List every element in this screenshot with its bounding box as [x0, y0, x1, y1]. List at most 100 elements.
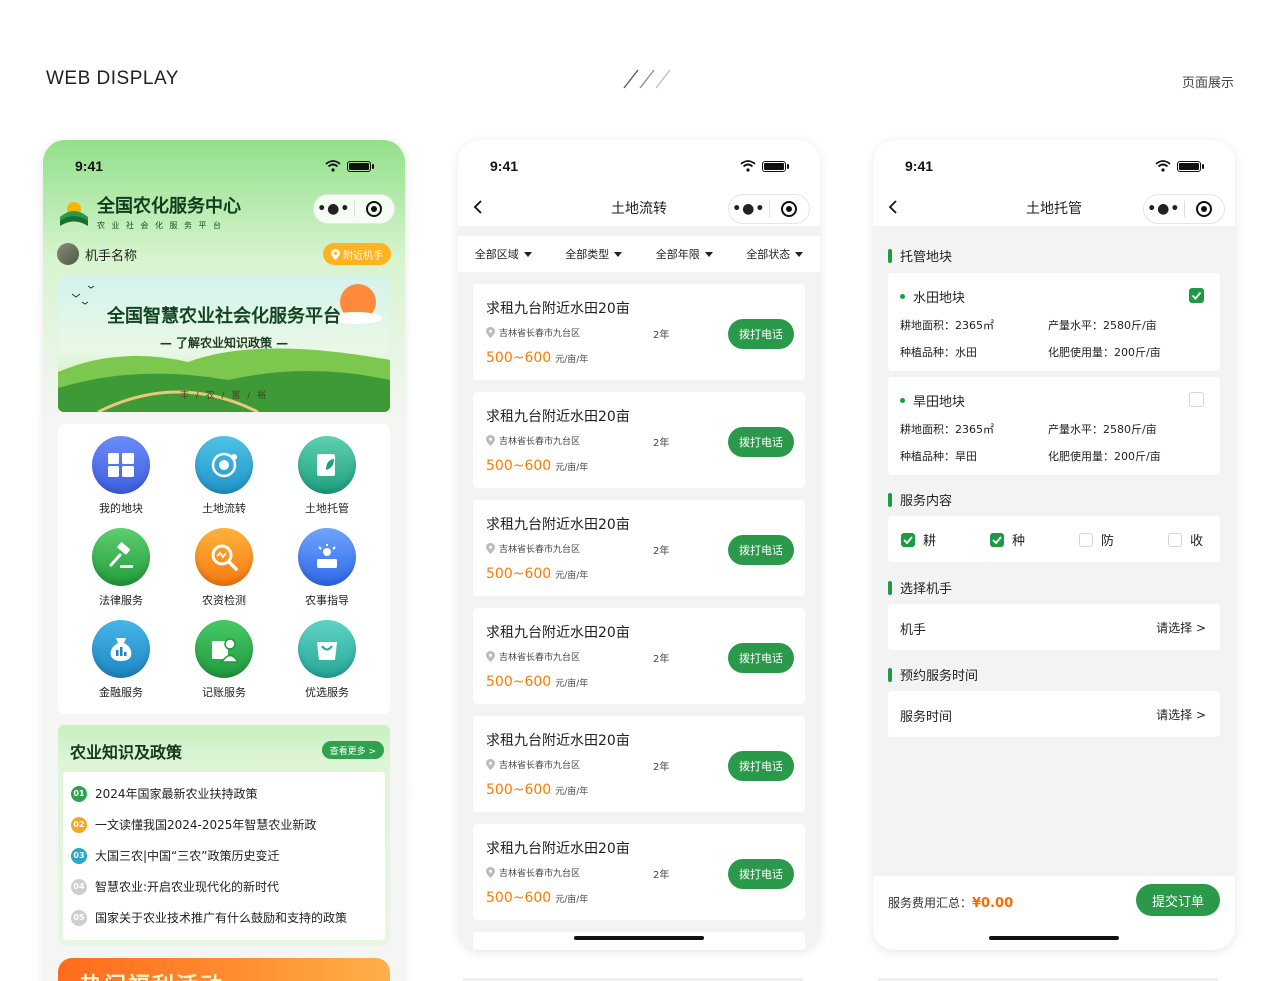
listing-title: 求租九台附近水田20亩 [486, 625, 630, 641]
status-time: 9:41 [490, 158, 519, 174]
plot-checkbox-unchecked[interactable] [1189, 392, 1204, 407]
price-unit: 元/亩/年 [555, 355, 589, 365]
call-button[interactable]: 拨打电话 [728, 859, 794, 889]
grid-label: 金融服务 [99, 686, 143, 699]
list-item[interactable]: 03 大国三农|中国“三农”政策历史变迁 [71, 847, 279, 864]
grid-item-my-plots[interactable]: 我的地块 [66, 436, 176, 516]
price-value: 500~600 [486, 890, 552, 906]
price-value: 500~600 [486, 782, 552, 798]
filter-term[interactable]: 全部年限 [656, 246, 713, 262]
gavel-icon [92, 528, 150, 586]
home-indicator [574, 936, 704, 940]
checkbox-checked[interactable] [990, 532, 1004, 547]
plot-checkbox-checked[interactable] [1189, 288, 1204, 303]
filter-type[interactable]: 全部类型 [565, 246, 623, 262]
nearby-operator-button[interactable]: 附近机手 [323, 243, 391, 265]
more-icon[interactable]: •●• [1144, 201, 1184, 217]
grid-label: 记账服务 [202, 686, 246, 699]
grid-item-ledger[interactable]: 记账服务 [169, 620, 279, 700]
plot-card-paddy[interactable]: 水田地块 耕地面积：2365㎡ 产量水平：2580斤/亩 种植品种：水田 化肥使… [888, 273, 1220, 371]
checkbox-unchecked[interactable] [1079, 532, 1093, 547]
listing-term: 2年 [653, 762, 670, 773]
header-title: WEB DISPLAY [46, 68, 179, 89]
mini-program-capsule[interactable]: •●• [728, 194, 810, 224]
filter-region[interactable]: 全部区域 [475, 246, 532, 262]
call-button[interactable]: 拨打电话 [728, 751, 794, 781]
grid-item-shop[interactable]: 优选服务 [272, 620, 382, 700]
phone-land-transfer: 9:41 土地流转 •●• 全部区域 全部类型 全部年限 全部状态 求租九台附近… [458, 140, 820, 950]
rank-badge: 04 [71, 878, 87, 895]
plot-crop: 种植品种：旱田 [900, 450, 977, 463]
grid-item-inspect[interactable]: 农资检测 [169, 528, 279, 608]
list-item[interactable]: 02 一文读懂我国2024-2025年智慧农业新政 [71, 816, 316, 833]
price-value: 500~600 [486, 674, 552, 690]
grid-item-finance[interactable]: 金融服务 [66, 620, 176, 700]
service-option-plow[interactable]: 耕 [901, 530, 936, 549]
battery-icon [762, 160, 789, 172]
list-item[interactable]: 01 2024年国家最新农业扶持政策 [71, 785, 258, 802]
submit-order-button[interactable]: 提交订单 [1136, 884, 1220, 916]
list-item[interactable]: 求租九台附近水田20亩 吉林省长春市九台区 2年 500~600 元/亩/年 拨打… [473, 500, 805, 596]
filter-status[interactable]: 全部状态 [746, 246, 804, 262]
service-option-sow[interactable]: 种 [990, 530, 1025, 549]
list-item[interactable]: 求租九台附近水田20亩 吉林省长春市九台区 2年 500~600 元/亩/年 拨打… [473, 284, 805, 380]
avatar[interactable] [57, 243, 79, 265]
mini-program-capsule[interactable]: •●• [1143, 194, 1225, 224]
call-button[interactable]: 拨打电话 [728, 319, 794, 349]
grid-item-land-transfer[interactable]: 土地流转 [169, 436, 279, 516]
service-option-protect[interactable]: 防 [1079, 530, 1114, 549]
guide-icon [298, 528, 356, 586]
location-pin-icon [486, 435, 495, 446]
list-item[interactable]: 求租九台附近水田20亩 吉林省长春市九台区 2年 500~600 元/亩/年 拨打… [473, 608, 805, 704]
plot-yield: 产量水平：2580斤/亩 [1048, 319, 1157, 332]
grid-item-guide[interactable]: 农事指导 [272, 528, 382, 608]
location-pin-icon [486, 759, 495, 770]
list-item[interactable]: 05 国家关于农业技术推广有什么鼓励和支持的政策 [71, 909, 347, 926]
grid-item-legal[interactable]: 法律服务 [66, 528, 176, 608]
fee-summary: 服务费用汇总：¥0.00 [888, 894, 1013, 911]
plot-card-dry[interactable]: 旱田地块 耕地面积：2365㎡ 产量水平：2580斤/亩 种植品种：旱田 化肥使… [888, 377, 1220, 475]
plot-name: 水田地块 [900, 287, 965, 306]
shop-icon [298, 620, 356, 678]
wifi-icon [1155, 160, 1171, 172]
call-button[interactable]: 拨打电话 [728, 427, 794, 457]
status-bar: 9:41 [43, 140, 405, 190]
listing-location: 吉林省长春市九台区 [486, 758, 580, 771]
close-target-icon[interactable] [1184, 201, 1224, 217]
plot-fertilizer: 化肥使用量：200斤/亩 [1048, 346, 1161, 359]
call-button[interactable]: 拨打电话 [728, 535, 794, 565]
list-item[interactable]: 04 智慧农业:开启农业现代化的新时代 [71, 878, 279, 895]
more-icon[interactable]: •●• [314, 201, 354, 217]
page-header: WEB DISPLAY 页面展示 [0, 0, 1280, 130]
grid-item-land-trust[interactable]: 土地托管 [272, 436, 382, 516]
promo-banner[interactable]: 热门福利活动 [58, 958, 390, 981]
list-item[interactable]: 求租九台附近水田20亩 吉林省长春市九台区 2年 500~600 元/亩/年 拨打… [473, 824, 805, 920]
listing-price: 500~600 元/亩/年 [486, 782, 588, 798]
grid-label: 优选服务 [305, 686, 349, 699]
list-item[interactable]: 求租九台附近水田20亩 吉林省长春市九台区 2年 500~600 元/亩/年 拨打… [473, 716, 805, 812]
more-icon[interactable]: •●• [729, 201, 769, 217]
list-item[interactable]: 求租九台附近水田20亩 吉林省长春市九台区 2年 500~600 元/亩/年 拨打… [473, 392, 805, 488]
operator-picker[interactable]: 机手 请选择 > [888, 604, 1220, 650]
hero-banner[interactable]: 全国智慧农业社会化服务平台 — 了解农业知识政策 — 丰 / 农 / 富 / 裕 [58, 276, 390, 412]
inspect-icon [195, 528, 253, 586]
filter-label: 全部年限 [655, 248, 700, 261]
filter-label: 全部类型 [565, 248, 610, 261]
grid-label: 农事指导 [305, 594, 349, 607]
time-picker[interactable]: 服务时间 请选择 > [888, 691, 1220, 737]
service-label: 耕 [923, 534, 937, 549]
list-item-partial[interactable] [473, 932, 805, 950]
service-option-harvest[interactable]: 收 [1168, 530, 1203, 549]
close-target-icon[interactable] [354, 201, 394, 217]
check-icon [992, 535, 1002, 544]
plot-name: 旱田地块 [900, 391, 965, 410]
filter-label: 全部状态 [746, 248, 791, 261]
call-button[interactable]: 拨打电话 [728, 643, 794, 673]
checkbox-unchecked[interactable] [1168, 532, 1182, 547]
check-icon [1191, 291, 1202, 300]
mini-program-capsule[interactable]: •●• [313, 194, 395, 224]
view-more-button[interactable]: 查看更多 > [321, 741, 384, 759]
close-target-icon[interactable] [769, 201, 809, 217]
checkbox-checked[interactable] [901, 532, 915, 547]
price-unit: 元/亩/年 [555, 787, 589, 797]
